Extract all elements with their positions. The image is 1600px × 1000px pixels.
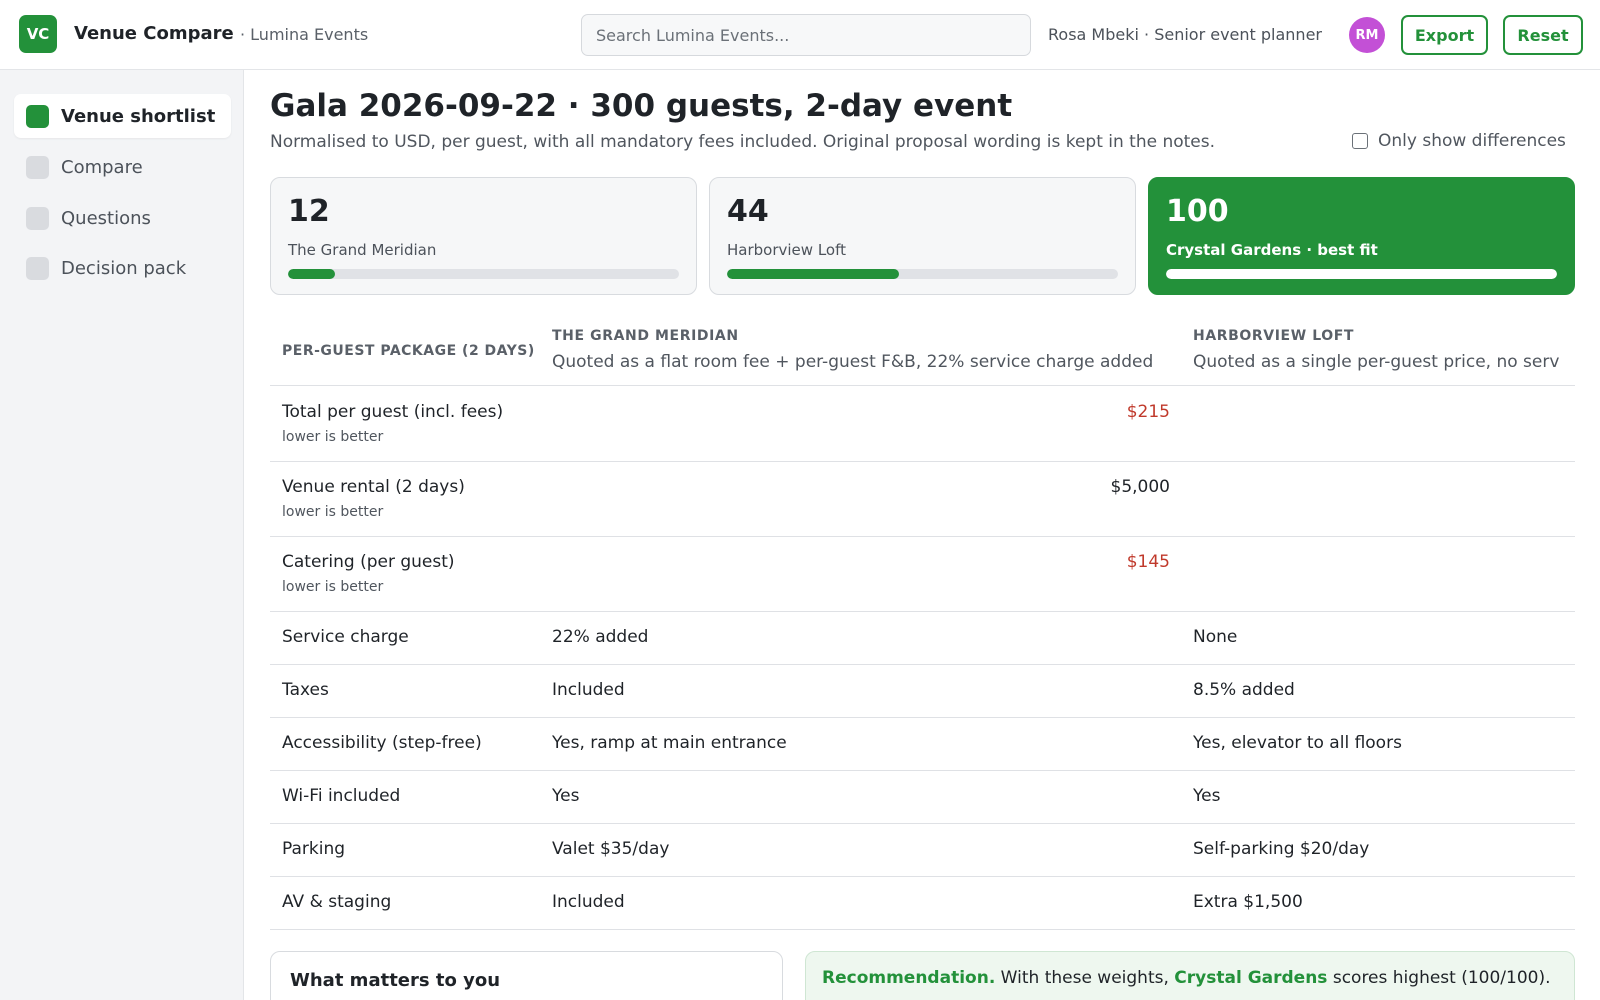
compare-icon — [26, 155, 49, 179]
recommendation-text-part: scores highest (100/100). — [1327, 968, 1551, 988]
table-row: Accessibility (step-free) Yes, ramp at m… — [270, 718, 1575, 771]
cell-grand-meridian: Valet $35/day — [552, 839, 670, 859]
sidebar-item-label: Compare — [61, 156, 143, 178]
top-bar: VC Venue Compare · Lumina Events Rosa Mb… — [0, 0, 1600, 70]
row-value: $145 — [1126, 552, 1170, 572]
avatar[interactable]: RM — [1349, 17, 1385, 53]
questions-icon — [26, 206, 49, 230]
cell-grand-meridian: 22% added — [552, 627, 649, 647]
sidebar-item-decision-pack[interactable]: Decision pack — [14, 246, 231, 290]
score-bar — [1166, 269, 1557, 279]
workspace-name: · Lumina Events — [240, 25, 369, 44]
row-hint: lower is better — [282, 579, 384, 595]
reset-button[interactable]: Reset — [1503, 15, 1583, 55]
row-hint: lower is better — [282, 504, 384, 520]
row-label: AV & staging — [282, 892, 392, 912]
score-bar-fill — [288, 269, 335, 279]
decision-pack-icon — [26, 256, 49, 280]
score-value: 12 — [288, 194, 330, 229]
recommendation-panel: Recommendation. With these weights, Crys… — [805, 951, 1575, 1000]
table-header: PER-GUEST PACKAGE (2 DAYS) THE GRAND MER… — [270, 316, 1575, 386]
column-header-grand-meridian: THE GRAND MERIDIAN — [552, 328, 739, 344]
score-card-harborview-loft[interactable]: 44 Harborview Loft — [709, 177, 1136, 295]
cell-grand-meridian: Included — [552, 680, 625, 700]
recommendation-text: Recommendation. With these weights, Crys… — [822, 968, 1551, 988]
score-bar-fill — [727, 269, 900, 279]
column-note-grand-meridian: Quoted as a flat room fee + per-guest F&… — [552, 352, 1154, 372]
score-card-crystal-gardens[interactable]: 100 Crystal Gardens · best fit — [1148, 177, 1575, 295]
cell-grand-meridian: Yes, ramp at main entrance — [552, 733, 787, 753]
score-card-grand-meridian[interactable]: 12 The Grand Meridian — [270, 177, 697, 295]
score-venue-name: Crystal Gardens · best fit — [1166, 241, 1378, 259]
table-row: AV & staging Included Extra $1,500 — [270, 877, 1575, 930]
row-label: Venue rental (2 days) — [282, 477, 465, 497]
table-row: Service charge 22% added None — [270, 612, 1575, 665]
cell-harborview-loft: Yes — [1193, 786, 1221, 806]
sidebar-item-label: Venue shortlist — [61, 105, 216, 127]
app-logo: VC — [19, 15, 57, 53]
cell-harborview-loft: Extra $1,500 — [1193, 892, 1303, 912]
search-input[interactable] — [581, 14, 1031, 56]
score-venue-name: The Grand Meridian — [288, 241, 437, 259]
score-bar — [727, 269, 1118, 279]
table-row: Venue rental (2 days) lower is better $5… — [270, 462, 1575, 537]
user-name: Rosa Mbeki · Senior event planner — [1048, 25, 1322, 44]
only-differences-toggle[interactable]: Only show differences — [1352, 131, 1566, 151]
row-label: Catering (per guest) — [282, 552, 455, 572]
score-value: 44 — [727, 194, 769, 229]
sidebar: Venue shortlist Compare Questions Decisi… — [0, 70, 244, 1000]
row-label: Total per guest (incl. fees) — [282, 402, 504, 422]
recommendation-text-part: With these weights, — [995, 968, 1175, 988]
what-matters-title: What matters to you — [290, 970, 501, 991]
score-bar — [288, 269, 679, 279]
export-button[interactable]: Export — [1401, 15, 1488, 55]
table-header-label: PER-GUEST PACKAGE (2 DAYS) — [282, 343, 535, 359]
cell-grand-meridian: Included — [552, 892, 625, 912]
score-value: 100 — [1166, 194, 1229, 229]
table-row: Catering (per guest) lower is better $14… — [270, 537, 1575, 612]
table-row: Taxes Included 8.5% added — [270, 665, 1575, 718]
table-row: Total per guest (incl. fees) lower is be… — [270, 387, 1575, 462]
only-differences-checkbox[interactable] — [1352, 133, 1368, 149]
page-subtitle: Normalised to USD, per guest, with all m… — [270, 132, 1216, 152]
row-label: Taxes — [282, 680, 329, 700]
row-value: $215 — [1126, 402, 1170, 422]
row-hint: lower is better — [282, 429, 384, 445]
row-value: $5,000 — [1110, 477, 1170, 497]
row-label: Accessibility (step-free) — [282, 733, 482, 753]
table-row: Parking Valet $35/day Self-parking $20/d… — [270, 824, 1575, 877]
cell-grand-meridian: Yes — [552, 786, 580, 806]
sidebar-item-label: Questions — [61, 207, 151, 229]
row-label: Wi-Fi included — [282, 786, 401, 806]
table-row: Wi-Fi included Yes Yes — [270, 771, 1575, 824]
cell-harborview-loft: Yes, elevator to all floors — [1193, 733, 1402, 753]
venue-shortlist-icon — [26, 104, 49, 128]
sidebar-item-questions[interactable]: Questions — [14, 196, 231, 240]
recommended-venue-link[interactable]: Crystal Gardens — [1174, 968, 1327, 988]
score-bar-fill — [1166, 269, 1557, 279]
sidebar-item-label: Decision pack — [61, 257, 187, 279]
only-differences-label: Only show differences — [1378, 131, 1566, 151]
page-title: Gala 2026-09-22 · 300 guests, 2-day even… — [270, 88, 1013, 124]
comparison-table: PER-GUEST PACKAGE (2 DAYS) THE GRAND MER… — [270, 316, 1575, 930]
sidebar-item-compare[interactable]: Compare — [14, 145, 231, 189]
cell-harborview-loft: None — [1193, 627, 1238, 647]
column-note-harborview-loft: Quoted as a single per-guest price, no s… — [1193, 352, 1560, 372]
what-matters-panel: What matters to you — [270, 951, 783, 1000]
row-label: Service charge — [282, 627, 409, 647]
score-venue-name: Harborview Loft — [727, 241, 846, 259]
sidebar-item-venue-shortlist[interactable]: Venue shortlist — [14, 94, 231, 138]
cell-harborview-loft: 8.5% added — [1193, 680, 1295, 700]
app-title: Venue Compare — [74, 23, 234, 44]
column-header-harborview-loft: HARBORVIEW LOFT — [1193, 328, 1355, 344]
cell-harborview-loft: Self-parking $20/day — [1193, 839, 1370, 859]
recommendation-lead: Recommendation. — [822, 968, 996, 988]
row-label: Parking — [282, 839, 346, 859]
